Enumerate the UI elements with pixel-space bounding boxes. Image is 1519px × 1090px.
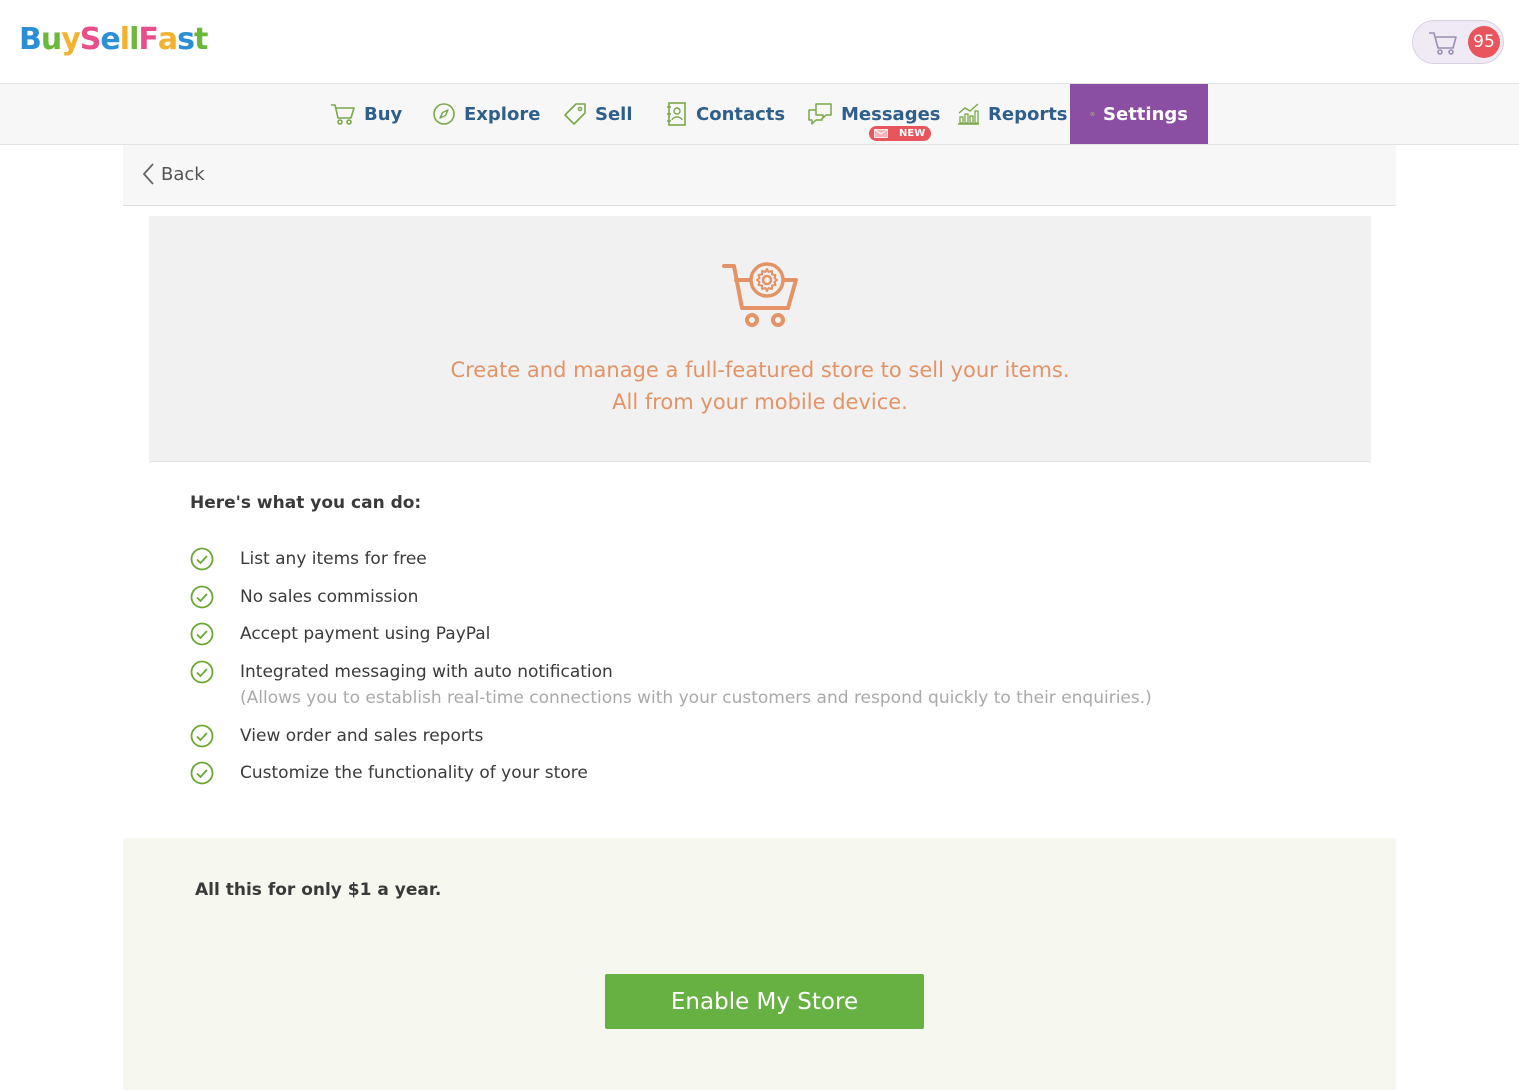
check-circle-icon xyxy=(190,585,214,609)
cart-icon xyxy=(1429,32,1457,55)
store-cart-gear-icon xyxy=(722,262,798,327)
feature-text: List any items for free xyxy=(240,549,427,569)
cart-count-badge: 95 xyxy=(1468,26,1500,58)
enable-store-button[interactable]: Enable My Store xyxy=(605,974,924,1029)
nav-item-contacts[interactable]: Contacts xyxy=(666,84,785,144)
nav-label: Contacts xyxy=(696,103,786,125)
nav-item-settings[interactable]: Settings xyxy=(1070,84,1208,144)
hero-headline: Create and manage a full-featured store … xyxy=(450,358,1070,382)
features-title: Here's what you can do: xyxy=(190,493,422,513)
nav-label: Reports xyxy=(988,103,1068,125)
envelope-icon xyxy=(874,129,888,138)
feature-text: Customize the functionality of your stor… xyxy=(240,763,588,783)
new-badge-label: NEW xyxy=(899,128,926,139)
address-book-icon xyxy=(667,102,686,126)
check-circle-icon xyxy=(190,660,214,684)
compass-icon xyxy=(433,103,455,125)
chat-icon xyxy=(808,103,832,125)
main-nav: Buy Explore Sell Contacts Messages NEW R… xyxy=(0,84,1519,145)
cart-button[interactable]: 95 xyxy=(1412,20,1504,64)
cart-icon xyxy=(331,104,355,125)
new-badge: NEW xyxy=(869,126,932,141)
pricing-text: All this for only $1 a year. xyxy=(195,880,442,900)
check-circle-icon xyxy=(190,761,214,785)
store-hero: Create and manage a full-featured store … xyxy=(149,216,1371,462)
check-circle-icon xyxy=(190,547,214,571)
nav-label: Explore xyxy=(464,103,541,125)
feature-text: No sales commission xyxy=(240,587,419,607)
nav-label: Sell xyxy=(595,103,633,125)
bar-chart-icon xyxy=(958,103,979,125)
nav-label: Messages xyxy=(841,103,941,125)
nav-label: Settings xyxy=(1103,103,1188,125)
pricing-panel: All this for only $1 a year. Enable My S… xyxy=(123,838,1396,1090)
nav-item-explore[interactable]: Explore xyxy=(432,84,540,144)
feature-text: View order and sales reports xyxy=(240,726,484,746)
back-button[interactable]: Back xyxy=(141,162,205,186)
check-circle-icon xyxy=(190,724,214,748)
back-bar: Back xyxy=(123,145,1396,206)
feature-text: Accept payment using PayPal xyxy=(240,624,491,644)
feature-note: (Allows you to establish real-time conne… xyxy=(240,688,1152,708)
back-label: Back xyxy=(161,163,205,185)
logo[interactable]: BuySellFast xyxy=(19,20,208,60)
nav-item-messages[interactable]: Messages NEW xyxy=(807,84,941,144)
nav-label: Buy xyxy=(364,103,403,125)
tag-icon xyxy=(564,103,586,125)
feature-text: Integrated messaging with auto notificat… xyxy=(240,662,613,682)
chevron-left-icon xyxy=(142,163,154,185)
top-header: BuySellFast 95 xyxy=(0,0,1519,84)
gear-icon xyxy=(1090,111,1095,117)
hero-subheadline: All from your mobile device. xyxy=(612,390,908,414)
nav-item-sell[interactable]: Sell xyxy=(563,84,633,144)
nav-item-buy[interactable]: Buy xyxy=(330,84,402,144)
nav-item-reports[interactable]: Reports xyxy=(956,84,1068,144)
check-circle-icon xyxy=(190,622,214,646)
